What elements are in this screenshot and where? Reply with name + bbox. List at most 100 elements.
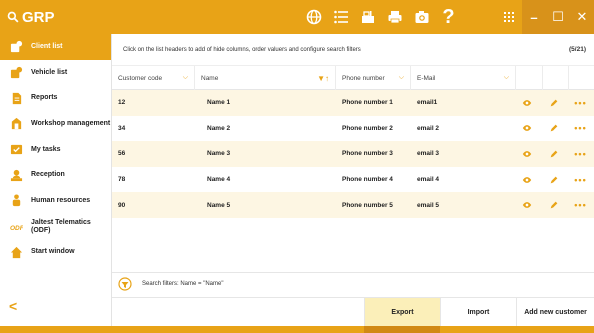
cell-name: Name 3 [207, 150, 231, 158]
status-bar [0, 326, 594, 333]
cell-phone: Phone number 1 [342, 99, 393, 107]
cell-code: 12 [118, 99, 126, 107]
maximize-button[interactable]: ☐ [546, 0, 570, 34]
odf-icon: ODF [9, 220, 23, 234]
client-icon [9, 40, 23, 54]
hint-text: Click on the list headers to add of hide… [123, 46, 361, 53]
vehicle-icon [9, 66, 23, 80]
web-icon[interactable] [300, 0, 327, 34]
column-header-phone[interactable]: Phone number ⌵ [336, 66, 411, 90]
chevron-down-icon: ⌵ [398, 74, 404, 81]
column-header-customer-code[interactable]: Customer code ⌵ [112, 66, 195, 90]
import-button[interactable]: Import [440, 298, 516, 327]
help-icon[interactable]: ? [435, 0, 462, 34]
sidebar-item-human-resources[interactable]: Human resources [0, 188, 111, 214]
top-bar: GRP ? – ☐ ✕ [0, 0, 594, 34]
sidebar-item-jaltest-telematics[interactable]: ODF Jaltest Telematics (ODF) [0, 214, 111, 240]
table-row[interactable]: 12 Name 1 Phone number 1 email1 ••• [112, 90, 594, 116]
column-label: E-Mail [417, 74, 436, 82]
more-options-icon[interactable]: ••• [567, 200, 594, 210]
sidebar: Client list Vehicle list Reports Worksho… [0, 34, 112, 328]
camera-icon[interactable] [408, 0, 435, 34]
table-row[interactable]: 56 Name 3 Phone number 3 email 3 ••• [112, 141, 594, 167]
sidebar-item-label: Vehicle list [31, 68, 68, 76]
sidebar-item-reception[interactable]: Reception [0, 162, 111, 188]
table-header: Customer code ⌵ Name ▼↑ Phone number ⌵ E… [112, 66, 594, 90]
list-icon[interactable] [327, 0, 354, 34]
more-options-icon[interactable]: ••• [567, 98, 594, 108]
column-header-edit [543, 66, 569, 90]
eye-icon[interactable] [513, 149, 540, 159]
column-label: Phone number [342, 74, 385, 82]
column-header-view [516, 66, 543, 90]
sidebar-item-workshop[interactable]: Workshop management [0, 111, 111, 137]
filter-toggle-icon[interactable] [118, 276, 132, 291]
export-button[interactable]: Export [364, 298, 440, 327]
cell-name: Name 1 [207, 99, 231, 107]
sidebar-item-my-tasks[interactable]: My tasks [0, 137, 111, 163]
row-actions: ••• [513, 167, 594, 193]
app-title: GRP [22, 8, 55, 26]
cash-register-icon[interactable] [354, 0, 381, 34]
cell-email: email 2 [417, 124, 440, 132]
row-actions: ••• [513, 192, 594, 218]
printer-icon[interactable] [381, 0, 408, 34]
more-options-icon[interactable]: ••• [567, 123, 594, 133]
table-body: 12 Name 1 Phone number 1 email1 ••• 34 N… [112, 90, 594, 218]
pencil-icon[interactable] [540, 175, 567, 185]
app-brand[interactable]: GRP [0, 9, 112, 26]
cell-code: 90 [118, 201, 126, 209]
sidebar-item-label: Human resources [31, 196, 91, 204]
table-row[interactable]: 90 Name 5 Phone number 5 email 5 ••• [112, 192, 594, 218]
cell-email: email 5 [417, 201, 440, 209]
row-actions: ••• [513, 90, 594, 116]
main-panel: Click on the list headers to add of hide… [112, 34, 594, 328]
chevron-down-icon: ⌵ [503, 74, 509, 81]
table-row[interactable]: 34 Name 2 Phone number 2 email 2 ••• [112, 115, 594, 142]
status-bar-highlight [364, 326, 440, 333]
eye-icon[interactable] [513, 200, 540, 210]
cell-phone: Phone number 3 [342, 150, 393, 158]
pencil-icon[interactable] [540, 200, 567, 210]
sidebar-item-reports[interactable]: Reports [0, 85, 111, 111]
more-options-icon[interactable]: ••• [567, 149, 594, 159]
workshop-icon [9, 117, 23, 131]
cell-email: email 4 [417, 176, 440, 184]
human-resources-icon [9, 194, 23, 208]
close-button[interactable]: ✕ [570, 0, 594, 34]
eye-icon[interactable] [513, 175, 540, 185]
sidebar-item-label: My tasks [31, 145, 61, 153]
reception-icon [9, 168, 23, 182]
sidebar-item-label: Reception [31, 171, 65, 179]
eye-icon[interactable] [513, 123, 540, 133]
sidebar-item-client-list[interactable]: Client list [0, 34, 111, 60]
grid-menu-icon[interactable] [498, 0, 520, 34]
cell-phone: Phone number 4 [342, 176, 393, 184]
column-header-email[interactable]: E-Mail ⌵ [411, 66, 516, 90]
column-header-name[interactable]: Name ▼↑ [195, 66, 336, 90]
table-row[interactable]: 78 Name 4 Phone number 4 email 4 ••• [112, 166, 594, 193]
cell-email: email 3 [417, 150, 440, 158]
eye-icon[interactable] [513, 98, 540, 108]
window-controls: – ☐ ✕ [522, 0, 594, 34]
cell-code: 34 [118, 124, 126, 132]
cell-phone: Phone number 2 [342, 124, 393, 132]
chevron-down-icon: ⌵ [182, 74, 188, 81]
hint-bar: Click on the list headers to add of hide… [112, 34, 594, 66]
more-options-icon[interactable]: ••• [567, 175, 594, 185]
minimize-button[interactable]: – [522, 0, 546, 34]
column-label: Name [201, 74, 219, 82]
sidebar-item-start-window[interactable]: Start window [0, 240, 111, 266]
sidebar-item-label: Reports [31, 94, 58, 102]
pencil-icon[interactable] [540, 149, 567, 159]
search-icon [7, 11, 19, 23]
cell-name: Name 2 [207, 124, 231, 132]
toolbar-icons: ? [300, 0, 462, 34]
add-new-customer-button[interactable]: Add new customer [516, 298, 594, 327]
pencil-icon[interactable] [540, 123, 567, 133]
sidebar-item-vehicle-list[interactable]: Vehicle list [0, 60, 111, 86]
sidebar-item-label: Start window [31, 248, 75, 256]
pencil-icon[interactable] [540, 98, 567, 108]
back-chevron-icon[interactable]: < [9, 298, 17, 314]
cell-code: 56 [118, 150, 126, 158]
